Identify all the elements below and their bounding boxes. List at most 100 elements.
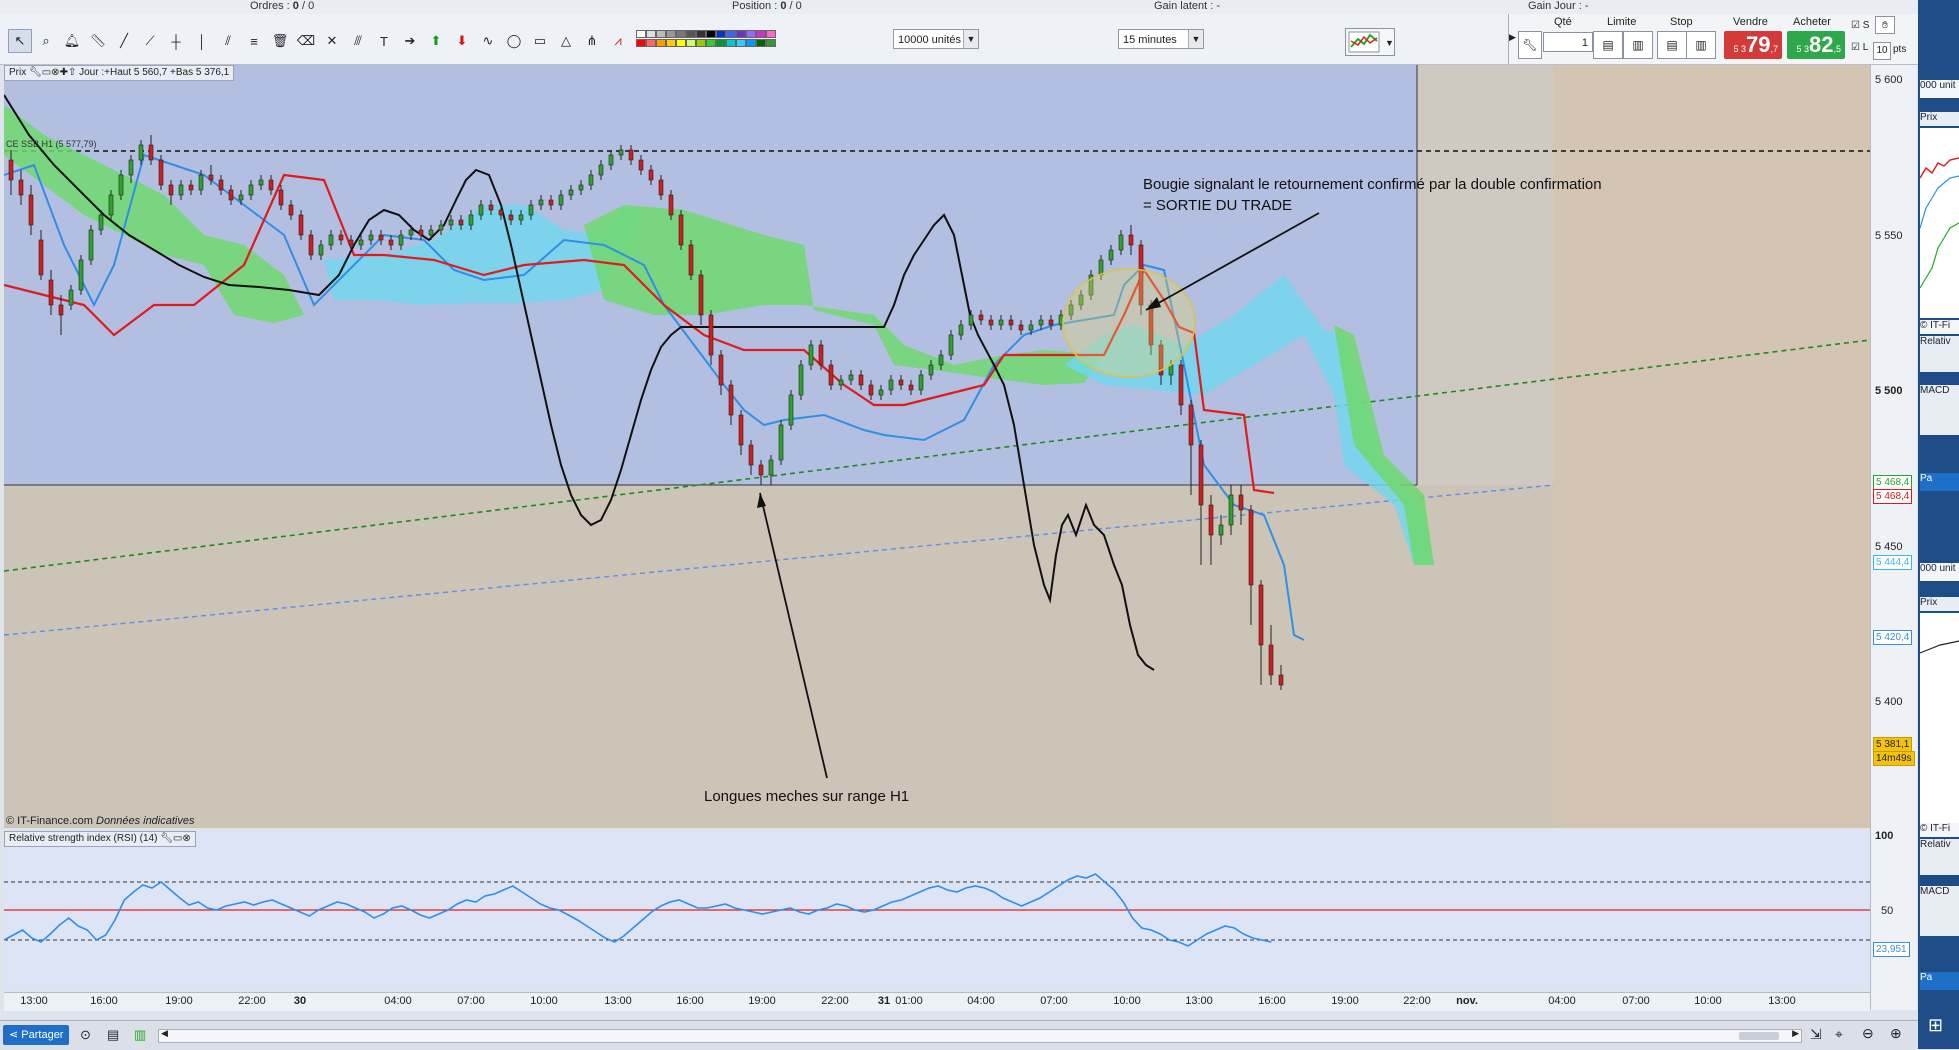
fibonacci-icon[interactable]: ≡ bbox=[242, 29, 266, 53]
time-tick: 13:00 bbox=[20, 995, 48, 1007]
limit-sell-button[interactable]: ▥ bbox=[1623, 31, 1653, 59]
daily-range-info: Jour :+Haut 5 560,7 +Bas 5 376,1 bbox=[79, 67, 230, 78]
pointer-tool-icon[interactable]: ↖ bbox=[8, 29, 32, 53]
rectangle-tool-icon[interactable]: ▭ bbox=[528, 29, 552, 53]
trendline-icon[interactable]: ╱ bbox=[112, 29, 136, 53]
arrow-up-icon[interactable]: ⇧ bbox=[68, 67, 76, 78]
window-icon[interactable]: ▭ bbox=[42, 67, 51, 78]
chevron-down-icon: ▼ bbox=[963, 30, 978, 48]
candle bbox=[778, 420, 784, 465]
rsi-value-tag: 23,951 bbox=[1873, 942, 1910, 957]
parallel-tool-icon[interactable]: ⫻ bbox=[346, 29, 370, 53]
stop-sell-button[interactable]: ▥ bbox=[1686, 31, 1716, 59]
qty-input[interactable]: 1 bbox=[1543, 32, 1593, 52]
price-tick: 5 600 bbox=[1875, 74, 1903, 86]
side-qty-select-2[interactable]: 000 unit bbox=[1920, 563, 1959, 581]
settings-icon[interactable]: ✚ bbox=[60, 67, 68, 78]
timeframe-select[interactable]: 15 minutes ▼ bbox=[1118, 29, 1204, 49]
wrench-icon[interactable]: 🔧︎ bbox=[29, 67, 42, 78]
time-axis[interactable]: 13:00 16:00 19:00 22:00 30 04:00 07:00 10:00 13:… bbox=[4, 992, 1870, 1011]
stop-buy-button[interactable]: ▤ bbox=[1657, 31, 1687, 59]
alert-bell-icon[interactable]: 🔔︎ bbox=[60, 29, 84, 53]
wave-tool-icon[interactable]: ∿ bbox=[476, 29, 500, 53]
collapse-arrow-icon[interactable]: ▶ bbox=[1509, 32, 1516, 43]
zoom-fit-icon[interactable]: ⌖ bbox=[1835, 1026, 1843, 1043]
trash-icon[interactable]: 🗑︎ bbox=[268, 29, 292, 53]
wrench-icon[interactable]: 🔧︎ bbox=[1518, 31, 1542, 59]
sell-button[interactable]: 5 379,7 bbox=[1724, 31, 1782, 59]
unrealized-gain: Gain latent : - bbox=[1154, 0, 1221, 12]
autoscale-icon[interactable]: ⇲ bbox=[1810, 1026, 1822, 1043]
qty-label: Qté bbox=[1554, 16, 1572, 28]
pts-input[interactable]: 10 bbox=[1873, 42, 1891, 60]
triangle-tool-icon[interactable]: △ bbox=[554, 29, 578, 53]
time-tick: 07:00 bbox=[1622, 995, 1650, 1007]
time-tick: 30 bbox=[293, 995, 307, 1007]
ellipse-tool-icon[interactable]: ◯ bbox=[502, 29, 526, 53]
buy-button[interactable]: 5 382,5 bbox=[1787, 31, 1845, 59]
color-palette[interactable] bbox=[636, 30, 790, 52]
stop-loss-toggle[interactable]: ☑ S bbox=[1851, 20, 1869, 31]
horizontal-line-icon[interactable]: ┼ bbox=[164, 29, 188, 53]
limit-buy-button[interactable]: ▤ bbox=[1593, 31, 1623, 59]
price-tick: 5 400 bbox=[1875, 696, 1903, 708]
exit-highlight-ellipse bbox=[1062, 268, 1196, 378]
channel-tool-icon[interactable]: ⫽ bbox=[216, 29, 240, 53]
quantity-select[interactable]: 10000 unités ▼ bbox=[893, 29, 979, 49]
rsi-canvas[interactable] bbox=[4, 830, 1870, 990]
gann-fan-icon[interactable]: ⩘ bbox=[606, 29, 630, 53]
vertical-line-icon[interactable]: │ bbox=[190, 29, 214, 53]
candle bbox=[788, 390, 794, 430]
zoom-in-icon[interactable]: ⊕ bbox=[1890, 1025, 1902, 1042]
limit-toggle[interactable]: ☑ L bbox=[1851, 42, 1868, 53]
share-button[interactable]: ⋖ Partager bbox=[3, 1025, 70, 1045]
zoom-tool-icon[interactable]: ⌕ bbox=[34, 29, 58, 53]
ruler-icon[interactable]: 📏︎ bbox=[86, 29, 110, 53]
close-icon[interactable]: ⊗ bbox=[182, 833, 190, 844]
arrow-right-icon[interactable]: ➔ bbox=[398, 29, 422, 53]
scroll-right-icon[interactable]: ▶ bbox=[1792, 1028, 1799, 1039]
scrollbar-thumb[interactable] bbox=[1739, 1032, 1779, 1040]
text-tool-icon[interactable]: T bbox=[372, 29, 396, 53]
time-tick: 16:00 bbox=[676, 995, 704, 1007]
side-panel: 000 unit Prix © IT-Fi Relativ MACD Pa 00… bbox=[1918, 0, 1959, 1049]
time-tick: 13:00 bbox=[604, 995, 632, 1007]
arrow-up-icon[interactable]: ⬆ bbox=[424, 29, 448, 53]
price-chart-header: Prix 🔧︎▭⊗✚⇧ Jour :+Haut 5 560,7 +Bas 5 3… bbox=[4, 65, 235, 81]
cross-tool-icon[interactable]: ✕ bbox=[320, 29, 344, 53]
side-share-button[interactable]: Pa bbox=[1920, 473, 1959, 491]
scroll-left-icon[interactable]: ◀ bbox=[161, 1028, 168, 1039]
side-share-button-2[interactable]: Pa bbox=[1920, 972, 1959, 990]
bar-chart-icon[interactable]: ▥ bbox=[134, 1027, 146, 1043]
price-axis[interactable]: 5 600 5 550 5 500 5 450 5 400 5 468,4 5 … bbox=[1870, 65, 1917, 1010]
wrench-icon[interactable]: 🔧︎ bbox=[160, 833, 173, 844]
chevron-down-icon: ▼ bbox=[1188, 30, 1203, 48]
horizontal-scrollbar[interactable]: ◀ ▶ bbox=[158, 1028, 1802, 1043]
hand-icon[interactable]: ✋︎ bbox=[1875, 16, 1895, 34]
segment-tool-icon[interactable]: ⟋ bbox=[138, 29, 162, 53]
windows-start-icon[interactable]: ⊞ bbox=[1928, 1015, 1950, 1037]
zoom-out-icon[interactable]: ⊖ bbox=[1862, 1025, 1874, 1042]
time-tick: 19:00 bbox=[165, 995, 193, 1007]
price-tag-last: 5 381,1 bbox=[1873, 737, 1913, 752]
rsi-header: Relative strength index (RSI) (14) 🔧︎▭⊗ bbox=[4, 831, 196, 847]
time-tick: 07:00 bbox=[1040, 995, 1068, 1007]
side-rsi-label-2: Relativ bbox=[1920, 839, 1959, 875]
candle-countdown: 14m49s bbox=[1873, 751, 1915, 766]
rsi-title: Relative strength index (RSI) (14) bbox=[9, 833, 158, 844]
time-tick: 04:00 bbox=[384, 995, 412, 1007]
window-icon[interactable]: ▭ bbox=[173, 833, 182, 844]
candle bbox=[678, 210, 684, 250]
price-chart[interactable]: Prix 🔧︎▭⊗✚⇧ Jour :+Haut 5 560,7 +Bas 5 3… bbox=[4, 65, 1870, 828]
close-icon[interactable]: ⊗ bbox=[51, 67, 59, 78]
time-tick: 04:00 bbox=[1548, 995, 1576, 1007]
side-qty-select[interactable]: 000 unit bbox=[1920, 80, 1959, 98]
indicator-menu-button[interactable]: ▼ bbox=[1345, 28, 1395, 56]
status-bar: Ordres : 0 / 0 Position : 0 / 0 Gain lat… bbox=[0, 0, 1918, 15]
list-icon[interactable]: ▤ bbox=[107, 1027, 119, 1043]
arrow-down-icon[interactable]: ⬇ bbox=[450, 29, 474, 53]
pitchfork-icon[interactable]: ⋔ bbox=[580, 29, 604, 53]
eraser-icon[interactable]: ⌫ bbox=[294, 29, 318, 53]
rsi-panel[interactable]: Relative strength index (RSI) (14) 🔧︎▭⊗ bbox=[4, 830, 1870, 990]
camera-icon[interactable]: ⊙ bbox=[80, 1027, 91, 1043]
